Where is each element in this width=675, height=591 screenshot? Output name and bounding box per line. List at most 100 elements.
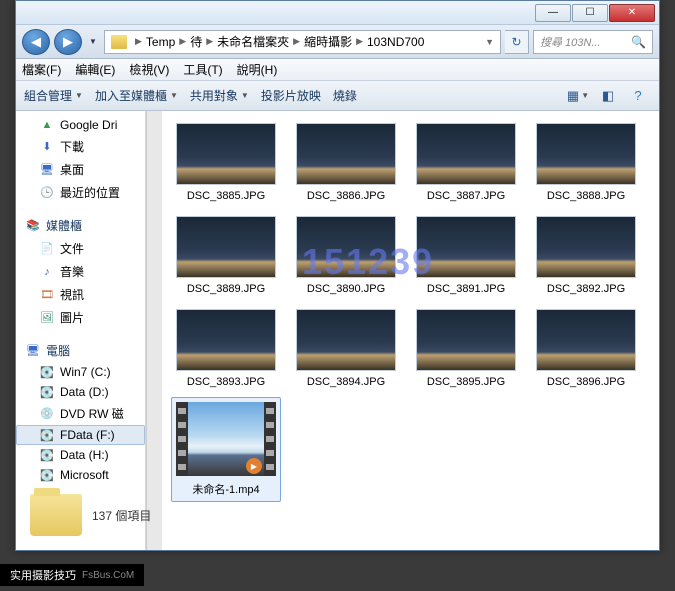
- folder-large-icon: [30, 494, 82, 536]
- status-bar: 137 個項目: [30, 494, 151, 536]
- file-item[interactable]: DSC_3888.JPG: [536, 123, 636, 202]
- image-thumbnail: [296, 309, 396, 371]
- disc-icon: 💿: [40, 407, 54, 421]
- file-item[interactable]: DSC_3890.JPG: [296, 216, 396, 295]
- picture-icon: 🖼: [40, 311, 54, 325]
- libraries-section: 📚媒體櫃 📄文件 ♪音樂 🎞視訊 🖼圖片: [16, 214, 145, 329]
- file-item[interactable]: DSC_3892.JPG: [536, 216, 636, 295]
- file-item[interactable]: DSC_3895.JPG: [416, 309, 516, 388]
- download-icon: ⬇: [40, 140, 54, 154]
- forward-button[interactable]: ▶: [54, 29, 82, 55]
- chevron-right-icon: ▶: [131, 36, 146, 47]
- burn-button[interactable]: 燒錄: [333, 87, 357, 104]
- slideshow-button[interactable]: 投影片放映: [261, 87, 321, 104]
- sidebar-item-recent[interactable]: 🕒最近的位置: [16, 181, 145, 204]
- menu-edit[interactable]: 編輯(E): [75, 61, 115, 78]
- maximize-button[interactable]: ☐: [572, 4, 608, 22]
- recent-icon: 🕒: [40, 186, 54, 200]
- history-dropdown[interactable]: ▼: [86, 37, 100, 46]
- video-frame: ▶: [188, 402, 264, 476]
- file-name: DSC_3893.JPG: [187, 376, 265, 388]
- favorites-section: ▲Google Dri ⬇下載 🖥桌面 🕒最近的位置: [16, 115, 145, 204]
- drive-icon: 💽: [40, 448, 54, 462]
- computer-icon: 🖥: [26, 344, 40, 358]
- drive-icon: 💽: [40, 428, 54, 442]
- image-thumbnail: [536, 216, 636, 278]
- file-item[interactable]: DSC_3887.JPG: [416, 123, 516, 202]
- file-name: DSC_3887.JPG: [427, 190, 505, 202]
- image-thumbnail: [416, 216, 516, 278]
- file-name: DSC_3886.JPG: [307, 190, 385, 202]
- file-list-pane[interactable]: DSC_3885.JPG DSC_3886.JPG DSC_3887.JPG D…: [162, 111, 659, 550]
- search-placeholder: 搜尋 103N...: [540, 34, 601, 50]
- desktop-icon: 🖥: [40, 163, 54, 177]
- sidebar-item-drive-c[interactable]: 💽Win7 (C:): [16, 362, 145, 382]
- image-thumbnail: [176, 309, 276, 371]
- refresh-button[interactable]: ↻: [505, 30, 529, 54]
- image-thumbnail: [296, 216, 396, 278]
- play-icon: ▶: [246, 458, 262, 474]
- file-item[interactable]: DSC_3886.JPG: [296, 123, 396, 202]
- computer-header[interactable]: 🖥電腦: [16, 339, 145, 362]
- menu-view[interactable]: 檢視(V): [129, 61, 169, 78]
- sidebar-item-downloads[interactable]: ⬇下載: [16, 135, 145, 158]
- sidebar-item-drive-f[interactable]: 💽FData (F:): [16, 425, 145, 445]
- menubar: 檔案(F) 編輯(E) 檢視(V) 工具(T) 說明(H): [16, 59, 659, 81]
- sidebar-item-documents[interactable]: 📄文件: [16, 237, 145, 260]
- sidebar-item-videos[interactable]: 🎞視訊: [16, 283, 145, 306]
- file-item[interactable]: DSC_3889.JPG: [176, 216, 276, 295]
- minimize-button[interactable]: —: [535, 4, 571, 22]
- sidebar-scrollbar[interactable]: [146, 111, 162, 550]
- sidebar-item-drive-h[interactable]: 💽Data (H:): [16, 445, 145, 465]
- drive-icon: 💽: [40, 365, 54, 379]
- close-button[interactable]: ✕: [609, 4, 655, 22]
- footer-brand-text: 实用摄影技巧: [10, 567, 76, 583]
- sidebar-item-googledrive[interactable]: ▲Google Dri: [16, 115, 145, 135]
- menu-help[interactable]: 說明(H): [237, 61, 278, 78]
- file-item[interactable]: DSC_3894.JPG: [296, 309, 396, 388]
- drive-icon: 💽: [40, 385, 54, 399]
- file-name: 未命名-1.mp4: [192, 481, 259, 497]
- preview-pane-button[interactable]: ◧: [595, 85, 621, 107]
- include-library-button[interactable]: 加入至媒體櫃▼: [95, 87, 178, 104]
- back-button[interactable]: ◀: [22, 29, 50, 55]
- body-area: ▲Google Dri ⬇下載 🖥桌面 🕒最近的位置 📚媒體櫃 📄文件 ♪音樂 …: [16, 111, 659, 550]
- sidebar-item-drive-ms[interactable]: 💽Microsoft: [16, 465, 145, 485]
- breadcrumb-item[interactable]: 待: [190, 33, 202, 50]
- menu-file[interactable]: 檔案(F): [22, 61, 61, 78]
- document-icon: 📄: [40, 242, 54, 256]
- file-item[interactable]: DSC_3891.JPG: [416, 216, 516, 295]
- chevron-right-icon: ▶: [202, 36, 217, 47]
- chevron-right-icon: ▶: [352, 36, 367, 47]
- file-item[interactable]: DSC_3896.JPG: [536, 309, 636, 388]
- sidebar-item-desktop[interactable]: 🖥桌面: [16, 158, 145, 181]
- file-item-selected[interactable]: ▶ 未命名-1.mp4: [171, 397, 281, 502]
- menu-tools[interactable]: 工具(T): [183, 61, 222, 78]
- address-bar[interactable]: ▶ Temp ▶ 待 ▶ 未命名檔案夾 ▶ 縮時攝影 ▶ 103ND700 ▼: [104, 30, 501, 54]
- file-item[interactable]: DSC_3885.JPG: [176, 123, 276, 202]
- chevron-right-icon: ▶: [289, 36, 304, 47]
- breadcrumb-item[interactable]: Temp: [146, 35, 175, 49]
- sidebar-item-music[interactable]: ♪音樂: [16, 260, 145, 283]
- file-item[interactable]: DSC_3893.JPG: [176, 309, 276, 388]
- view-options-button[interactable]: ▦▼: [565, 85, 591, 107]
- computer-section: 🖥電腦 💽Win7 (C:) 💽Data (D:) 💿DVD RW 磁 💽FDa…: [16, 339, 145, 485]
- footer-watermark: 实用摄影技巧 FsBus.CoM: [0, 564, 144, 586]
- search-input[interactable]: 搜尋 103N... 🔍: [533, 30, 653, 54]
- breadcrumb-item[interactable]: 縮時攝影: [304, 33, 352, 50]
- breadcrumb-item[interactable]: 未命名檔案夾: [217, 33, 289, 50]
- search-icon: 🔍: [631, 35, 646, 49]
- organize-button[interactable]: 組合管理▼: [24, 87, 83, 104]
- thumbnail-grid: DSC_3885.JPG DSC_3886.JPG DSC_3887.JPG D…: [162, 111, 659, 509]
- image-thumbnail: [296, 123, 396, 185]
- breadcrumb-item[interactable]: 103ND700: [367, 35, 424, 49]
- film-strip-icon: [176, 402, 188, 476]
- sidebar-item-drive-d[interactable]: 💽Data (D:): [16, 382, 145, 402]
- chevron-down-icon[interactable]: ▼: [481, 37, 498, 47]
- share-button[interactable]: 共用對象▼: [190, 87, 249, 104]
- sidebar-item-dvd[interactable]: 💿DVD RW 磁: [16, 402, 145, 425]
- libraries-header[interactable]: 📚媒體櫃: [16, 214, 145, 237]
- sidebar-item-pictures[interactable]: 🖼圖片: [16, 306, 145, 329]
- help-button[interactable]: ?: [625, 85, 651, 107]
- explorer-window: — ☐ ✕ ◀ ▶ ▼ ▶ Temp ▶ 待 ▶ 未命名檔案夾 ▶ 縮時攝影 ▶…: [15, 0, 660, 551]
